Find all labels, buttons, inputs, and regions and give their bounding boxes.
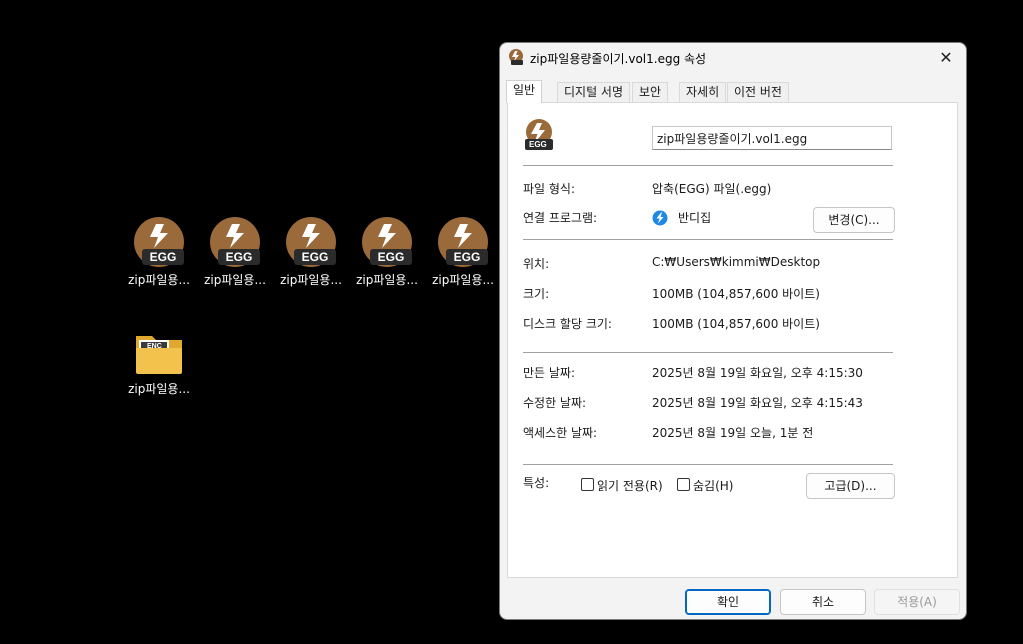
dialog-title: zip파일용량줄이기.vol1.egg 속성 [530, 52, 707, 66]
file-type-value: 압축(EGG) 파일(.egg) [652, 182, 772, 196]
created-label: 만든 날짜: [523, 366, 576, 380]
bandizip-icon [652, 210, 668, 226]
general-tab-panel: EGG zip파일용량줄이기.vol1.egg 파일 형식: 압축(EGG) 파… [507, 102, 958, 578]
open-with-value: 반디집 [678, 211, 712, 225]
modified-value: 2025년 8월 19일 화요일, 오후 4:15:43 [652, 396, 863, 410]
egg-file-icon: EGG [523, 119, 555, 151]
readonly-checkbox[interactable] [581, 478, 594, 491]
divider [523, 464, 893, 465]
hidden-label[interactable]: 숨김(H) [693, 477, 733, 494]
desktop-icon-label: zip파일용... [432, 273, 494, 287]
filename-input[interactable]: zip파일용량줄이기.vol1.egg [652, 126, 892, 150]
location-value: C:₩Users₩kimmi₩Desktop [652, 255, 821, 269]
divider [523, 239, 893, 240]
desktop-egg-file-3[interactable]: EGG zip파일용... [276, 217, 346, 288]
desktop-icon-label: zip파일용... [356, 273, 418, 287]
size-label: 크기: [523, 287, 550, 301]
attributes-label: 특성: [523, 476, 550, 490]
accessed-value: 2025년 8월 19일 오늘, 1분 전 [652, 426, 814, 440]
tab-security[interactable]: 보안 [632, 82, 669, 102]
egg-file-icon: EGG [134, 217, 184, 267]
ok-button[interactable]: 확인 [685, 589, 771, 615]
open-with-label: 연결 프로그램: [523, 211, 598, 225]
tab-details[interactable]: 자세히 [679, 82, 727, 102]
egg-file-icon: EGG [438, 217, 488, 267]
desktop-icon-label: zip파일용... [280, 273, 342, 287]
desktop-enc-folder[interactable]: ENC zip파일용... [124, 332, 194, 397]
disk-size-label: 디스크 할당 크기: [523, 317, 612, 331]
desktop-egg-file-5[interactable]: EGG zip파일용... [428, 217, 498, 288]
desktop-egg-file-1[interactable]: EGG zip파일용... [124, 217, 194, 288]
disk-size-value: 100MB (104,857,600 바이트) [652, 317, 820, 331]
tab-digital-signature[interactable]: 디지털 서명 [557, 82, 631, 102]
desktop-icon-label: zip파일용... [128, 382, 190, 396]
cancel-button[interactable]: 취소 [780, 589, 866, 615]
divider [523, 352, 893, 353]
divider [523, 165, 893, 166]
location-label: 위치: [523, 257, 550, 271]
apply-button[interactable]: 적용(A) [874, 589, 960, 615]
accessed-label: 액세스한 날짜: [523, 426, 598, 440]
tab-previous-versions[interactable]: 이전 버전 [727, 82, 789, 102]
change-button[interactable]: 변경(C)... [813, 207, 895, 233]
desktop-icon-label: zip파일용... [204, 273, 266, 287]
close-button[interactable]: ✕ [932, 45, 960, 71]
desktop-egg-file-2[interactable]: EGG zip파일용... [200, 217, 270, 288]
readonly-label[interactable]: 읽기 전용(R) [597, 477, 663, 494]
created-value: 2025년 8월 19일 화요일, 오후 4:15:30 [652, 366, 863, 380]
advanced-button[interactable]: 고급(D)... [806, 473, 895, 499]
size-value: 100MB (104,857,600 바이트) [652, 287, 820, 301]
desktop-icon-label: zip파일용... [128, 273, 190, 287]
egg-file-icon [508, 49, 524, 65]
properties-dialog: zip파일용량줄이기.vol1.egg 속성 ✕ 일반 디지털 서명 보안 자세… [499, 42, 967, 620]
desktop-egg-file-4[interactable]: EGG zip파일용... [352, 217, 422, 288]
dialog-titlebar[interactable]: zip파일용량줄이기.vol1.egg 속성 ✕ [500, 43, 966, 73]
tab-general[interactable]: 일반 [506, 80, 543, 103]
modified-label: 수정한 날짜: [523, 396, 587, 410]
hidden-checkbox[interactable] [677, 478, 690, 491]
encrypted-folder-icon: ENC [134, 332, 184, 376]
egg-file-icon: EGG [286, 217, 336, 267]
egg-file-icon: EGG [362, 217, 412, 267]
close-icon: ✕ [939, 48, 953, 67]
file-type-label: 파일 형식: [523, 182, 576, 196]
egg-file-icon: EGG [210, 217, 260, 267]
